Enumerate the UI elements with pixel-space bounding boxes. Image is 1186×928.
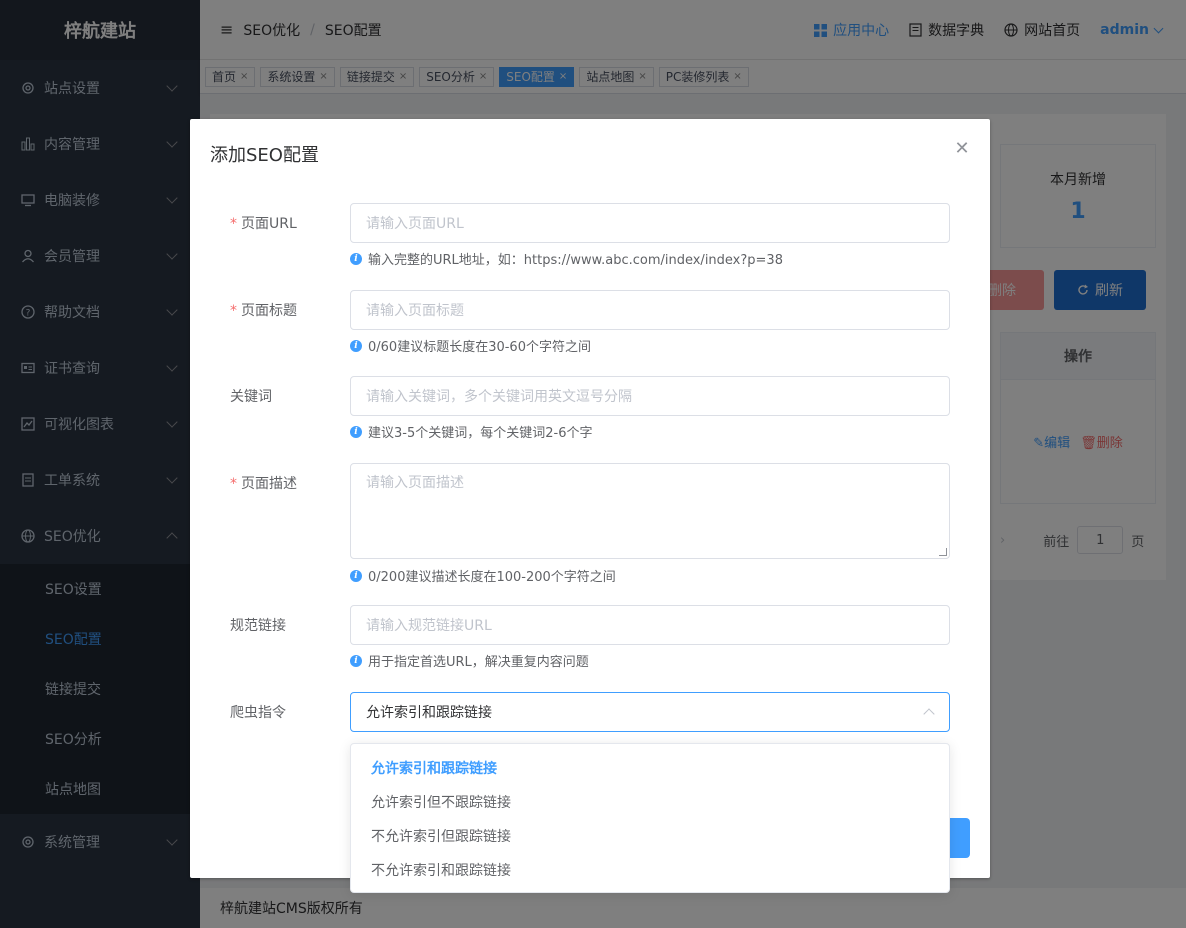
form-hint: i 建议3-5个关键词，每个关键词2-6个字	[350, 422, 592, 441]
required-mark: *	[230, 476, 237, 492]
form-label: * 页面URL	[230, 213, 340, 233]
form-label: 关键词	[230, 386, 340, 406]
required-mark: *	[230, 216, 237, 232]
dropdown-option[interactable]: 不允许索引但跟踪链接	[351, 819, 949, 853]
form-hint: i 输入完整的URL地址，如：https://www.abc.com/index/…	[350, 249, 783, 268]
form-label-text: 关键词	[230, 389, 272, 405]
textarea-placeholder: 请输入页面描述	[366, 475, 464, 491]
form-label: * 页面描述	[230, 473, 340, 493]
description-textarea[interactable]: 请输入页面描述	[350, 463, 950, 559]
page-title-input[interactable]: 请输入页面标题	[350, 290, 950, 330]
form-label: 规范链接	[230, 615, 340, 635]
form-label-text: 页面描述	[241, 476, 297, 492]
robots-select[interactable]: 允许索引和跟踪链接	[350, 692, 950, 732]
resize-handle-icon[interactable]	[939, 548, 947, 556]
form-hint-text: 用于指定首选URL，解决重复内容问题	[368, 655, 589, 670]
close-icon[interactable]: ✕	[954, 140, 970, 158]
info-icon: i	[350, 654, 362, 667]
dropdown-option[interactable]: 允许索引但不跟踪链接	[351, 785, 949, 819]
form-hint: i 0/200建议描述长度在100-200个字符之间	[350, 566, 616, 585]
canonical-url-input[interactable]: 请输入规范链接URL	[350, 605, 950, 645]
robots-dropdown: 允许索引和跟踪链接 允许索引但不跟踪链接 不允许索引但跟踪链接 不允许索引和跟踪…	[350, 743, 950, 893]
chevron-up-icon	[923, 708, 935, 720]
page-url-input[interactable]: 请输入页面URL	[350, 203, 950, 243]
form-hint-text: 建议3-5个关键词，每个关键词2-6个字	[368, 426, 593, 441]
info-icon: i	[350, 569, 362, 582]
dropdown-option[interactable]: 不允许索引和跟踪链接	[351, 853, 949, 887]
form-label-text: 规范链接	[230, 618, 286, 634]
form-hint-text: 输入完整的URL地址，如：https://www.abc.com/index/i…	[368, 253, 783, 268]
required-mark: *	[230, 303, 237, 319]
dropdown-option[interactable]: 允许索引和跟踪链接	[351, 751, 949, 785]
keywords-input[interactable]: 请输入关键词，多个关键词用英文逗号分隔	[350, 376, 950, 416]
form-hint: i 用于指定首选URL，解决重复内容问题	[350, 651, 589, 670]
form-label-text: 爬虫指令	[230, 705, 286, 721]
select-value: 允许索引和跟踪链接	[366, 705, 492, 721]
form-label: 爬虫指令	[230, 702, 340, 722]
form-label-text: 页面URL	[241, 216, 297, 232]
form-label: * 页面标题	[230, 300, 340, 320]
info-icon: i	[350, 425, 362, 438]
info-icon: i	[350, 252, 362, 265]
form-hint-text: 0/60建议标题长度在30-60个字符之间	[368, 340, 591, 355]
info-icon: i	[350, 339, 362, 352]
form-hint-text: 0/200建议描述长度在100-200个字符之间	[368, 570, 616, 585]
dialog-title: 添加SEO配置	[210, 145, 319, 166]
form-hint: i 0/60建议标题长度在30-60个字符之间	[350, 336, 591, 355]
form-label-text: 页面标题	[241, 303, 297, 319]
